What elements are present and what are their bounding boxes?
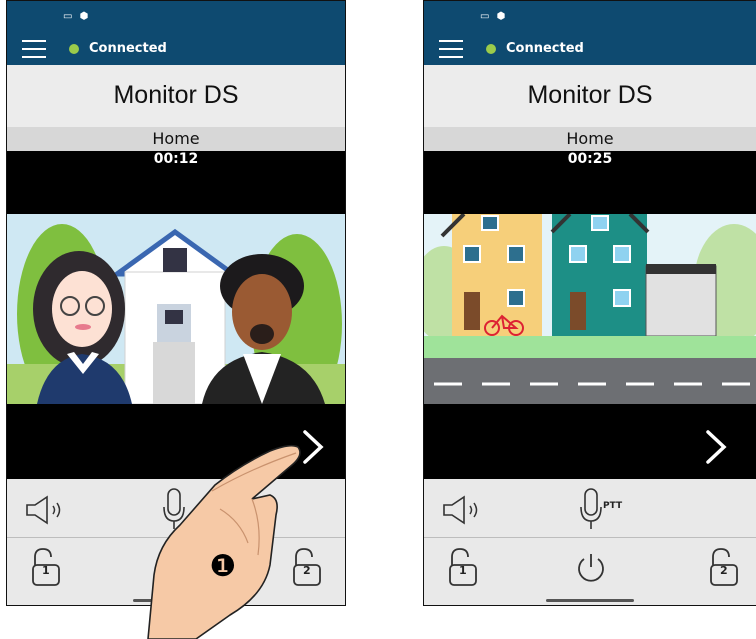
speaker-icon[interactable] [442, 495, 486, 525]
menu-icon[interactable] [22, 40, 46, 58]
connection-label: Connected [506, 41, 584, 56]
unlock-button-2[interactable]: 2 [707, 547, 741, 587]
ptt-label: PTT [603, 501, 623, 511]
status-bar: ▭ ⬢ Connected [424, 1, 756, 65]
swipe-hand-illustration [147, 444, 301, 639]
unlock-1-label: 1 [459, 564, 467, 577]
phone-screen-right: ▭ ⬢ Connected Monitor DS Home 00:25 PTT … [423, 0, 756, 606]
home-indicator [546, 599, 634, 602]
call-timer: 00:12 [153, 151, 199, 167]
app-title: Monitor DS [7, 65, 345, 127]
speaker-icon[interactable] [25, 495, 69, 525]
camera-icon: ▭ ⬢ [480, 11, 508, 22]
chevron-right-icon[interactable] [704, 429, 728, 465]
unlock-1-label: 1 [42, 564, 50, 577]
call-timer: 00:25 [567, 151, 613, 167]
connected-indicator [69, 43, 79, 54]
menu-icon[interactable] [439, 40, 463, 58]
connected-indicator [486, 43, 496, 54]
unlock-button-1[interactable]: 1 [446, 547, 480, 587]
camera-icon: ▭ ⬢ [63, 11, 91, 22]
control-panel: PTT 1 2 [424, 479, 756, 605]
control-divider [424, 537, 756, 538]
status-bar: ▭ ⬢ Connected [7, 1, 345, 65]
unlock-button-1[interactable]: 1 [29, 547, 63, 587]
camera-image-street [424, 214, 756, 404]
connection-status: Connected [69, 41, 167, 56]
connection-label: Connected [89, 41, 167, 56]
connection-status: Connected [486, 41, 584, 56]
step-number-badge: ❶ [209, 549, 237, 584]
microphone-icon [580, 488, 602, 529]
device-name: Home [7, 127, 345, 151]
unlock-2-label: 2 [720, 564, 728, 577]
device-name: Home [424, 127, 756, 151]
power-icon[interactable] [574, 551, 608, 585]
camera-image-visitors [7, 214, 345, 404]
app-title: Monitor DS [424, 65, 756, 127]
push-to-talk-button[interactable]: PTT [579, 487, 639, 531]
